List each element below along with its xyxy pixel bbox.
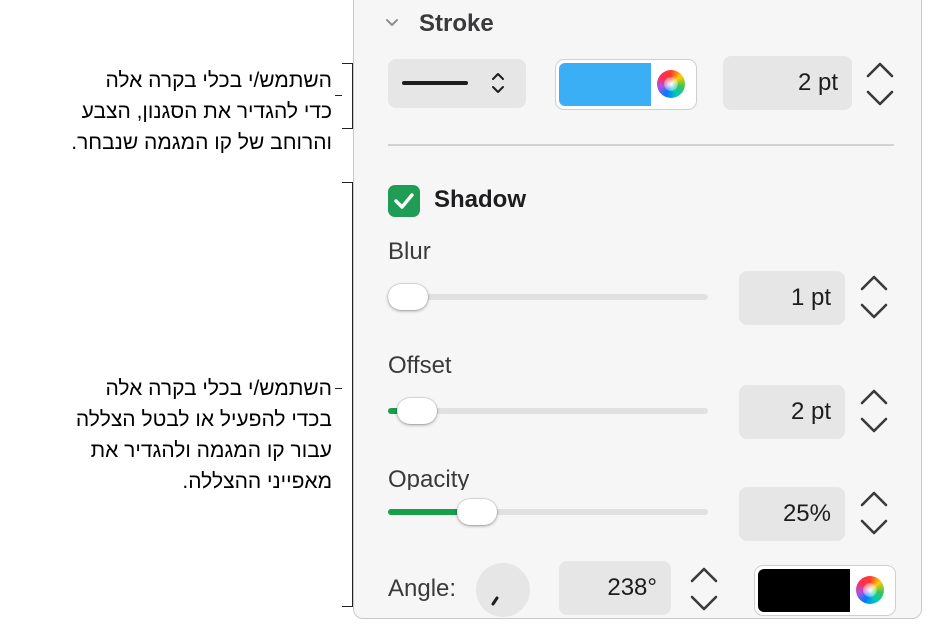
blur-stepper[interactable]: [854, 271, 894, 325]
stroke-callout-line-2: כדי להגדיר את הסגנון, הצבע: [81, 100, 332, 123]
opacity-value: 25%: [782, 500, 831, 527]
shadow-callout-line-4: מאפייני ההצללה.: [182, 470, 332, 493]
color-wheel-icon[interactable]: [856, 576, 884, 604]
stroke-color-well[interactable]: [555, 59, 697, 110]
blur-label: Blur: [388, 238, 431, 265]
blur-slider[interactable]: [388, 294, 708, 300]
opacity-field[interactable]: 25%: [739, 487, 845, 541]
shadow-color-swatch: [758, 569, 850, 612]
stroke-width-stepper[interactable]: [860, 58, 900, 112]
angle-field[interactable]: 238°: [559, 561, 671, 615]
offset-label: Offset: [388, 352, 452, 379]
shadow-section-title: Shadow: [434, 186, 527, 213]
opacity-slider-knob[interactable]: [457, 499, 497, 525]
stroke-color-swatch: [559, 63, 651, 106]
up-down-chevron-icon: [492, 73, 504, 93]
offset-value: 2 pt: [790, 398, 831, 425]
offset-stepper[interactable]: [854, 385, 894, 439]
stroke-width-field[interactable]: 2 pt: [723, 56, 852, 110]
stroke-style-popup[interactable]: [388, 59, 526, 108]
shadow-color-well[interactable]: [754, 565, 896, 616]
color-wheel-icon[interactable]: [657, 70, 685, 98]
shadow-bracket-tick: [335, 388, 342, 389]
shadow-callout-line-3: עבור קו המגמה ולהגדיר את: [90, 439, 332, 462]
stroke-bracket: [342, 63, 353, 129]
opacity-stepper[interactable]: [854, 487, 894, 541]
angle-dial[interactable]: [476, 563, 530, 617]
blur-value: 1 pt: [790, 284, 831, 311]
stroke-width-value: 2 pt: [797, 69, 838, 96]
shadow-callout: השתמש/י בכלי בקרה אלה בכדי להפעיל או לבט…: [76, 373, 332, 497]
angle-stepper[interactable]: [684, 563, 724, 617]
chevron-down-icon[interactable]: [383, 14, 401, 32]
opacity-slider[interactable]: [388, 509, 708, 515]
stroke-callout: השתמש/י בכלי בקרה אלה כדי להגדיר את הסגנ…: [71, 65, 332, 158]
opacity-label: Opacity: [388, 466, 470, 490]
shadow-bracket: [342, 182, 353, 607]
stroke-callout-line-1: השתמש/י בכלי בקרה אלה: [105, 69, 332, 92]
shadow-checkbox[interactable]: [388, 185, 420, 217]
stroke-section-title[interactable]: Stroke: [419, 10, 494, 38]
section-divider: [388, 144, 894, 146]
opacity-slider-fill: [388, 509, 468, 515]
offset-slider-knob[interactable]: [397, 398, 437, 424]
blur-slider-knob[interactable]: [388, 284, 428, 310]
stroke-callout-line-3: והרוחב של קו המגמה שנבחר.: [71, 131, 332, 154]
offset-field[interactable]: 2 pt: [739, 385, 845, 439]
angle-value: 238°: [607, 574, 657, 601]
angle-indicator-icon: [491, 596, 499, 606]
stroke-bracket-tick: [335, 95, 342, 96]
shadow-callout-line-1: השתמש/י בכלי בקרה אלה: [105, 377, 332, 400]
blur-field[interactable]: 1 pt: [739, 271, 845, 325]
angle-label: Angle:: [388, 575, 457, 602]
solid-line-icon: [402, 81, 468, 85]
shadow-callout-line-2: בכדי להפעיל או לבטל הצללה: [75, 408, 332, 431]
checkmark-icon: [394, 193, 414, 209]
